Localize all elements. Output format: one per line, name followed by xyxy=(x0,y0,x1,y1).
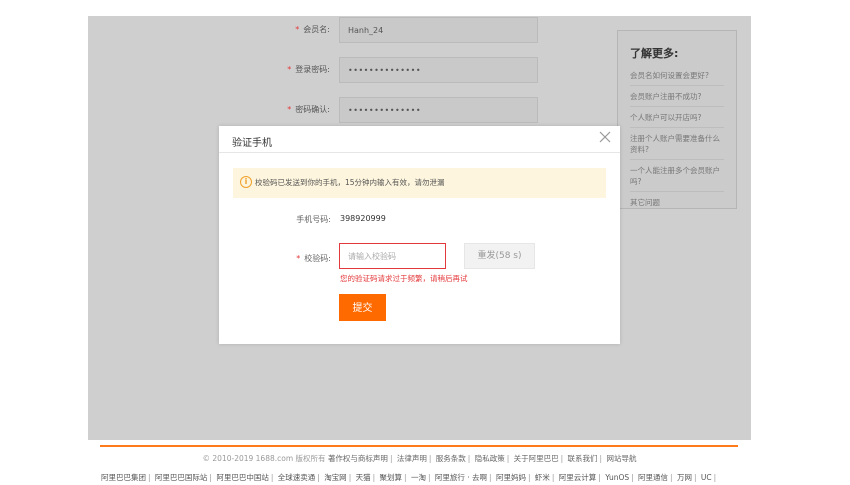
help-link[interactable]: 会员账户注册不成功? xyxy=(630,86,724,107)
footer-link[interactable]: 关于阿里巴巴 xyxy=(514,454,559,463)
footer-link[interactable]: 天猫 xyxy=(356,473,371,482)
footer-links-secondary: 阿里巴巴集团 | 阿里巴巴国际站 | 阿里巴巴中国站 | 全球速卖通 | 淘宝网 | 天猫… xyxy=(101,472,741,483)
help-title: 了解更多: xyxy=(630,47,679,60)
footer-link[interactable]: 阿里云计算 xyxy=(559,473,597,482)
resend-button[interactable]: 重发(58 s) xyxy=(464,243,535,269)
help-link[interactable]: 注册个人账户需要准备什么资料? xyxy=(630,128,724,160)
separator: | xyxy=(428,454,432,463)
password-confirm-label: * 密码确认: xyxy=(88,96,330,124)
separator: | xyxy=(598,473,601,482)
member-name-label: * 会员名: xyxy=(88,16,330,44)
footer-link[interactable]: 万网 xyxy=(677,473,692,482)
separator: | xyxy=(404,473,407,482)
notice-banner: i 校验码已发送到你的手机，15分钟内输入有效，请勿泄漏 xyxy=(233,168,606,198)
code-label-text: 校验码: xyxy=(304,254,331,263)
help-link[interactable]: 一个人能注册多个会员账户吗? xyxy=(630,160,724,192)
separator: | xyxy=(148,473,151,482)
code-input[interactable] xyxy=(339,243,446,269)
footer-link[interactable]: UC xyxy=(701,473,712,482)
footer-link[interactable]: YunOS xyxy=(605,473,629,482)
footer-link[interactable]: 服务条款 xyxy=(436,454,466,463)
separator: | xyxy=(506,454,510,463)
footer-link[interactable]: 隐私政策 xyxy=(475,454,505,463)
notice-text: 校验码已发送到你的手机，15分钟内输入有效，请勿泄漏 xyxy=(255,178,445,187)
separator: | xyxy=(270,473,274,482)
code-label: * 校验码: xyxy=(219,253,331,264)
phone-label: 手机号码: xyxy=(296,215,331,224)
help-link[interactable]: 个人账户可以开店吗? xyxy=(630,107,724,128)
dialog-title: 验证手机 xyxy=(232,138,272,149)
footer-divider xyxy=(100,445,738,447)
password-label: * 登录密码: xyxy=(88,56,330,84)
help-link[interactable]: 会员名如何设置会更好? xyxy=(630,65,724,86)
close-icon[interactable] xyxy=(598,130,612,144)
footer-link[interactable]: 联系我们 xyxy=(568,454,598,463)
footer-link[interactable]: 全球速卖通 xyxy=(278,473,316,482)
separator: | xyxy=(713,473,717,482)
footer-link[interactable]: 著作权与商标声明 xyxy=(328,454,388,463)
required-mark: * xyxy=(295,25,300,34)
footer-link[interactable]: 一淘 xyxy=(411,473,426,482)
close-icon-glyph xyxy=(599,131,611,143)
required-mark: * xyxy=(296,254,301,263)
separator: | xyxy=(389,454,393,463)
required-mark: * xyxy=(287,105,292,114)
verify-phone-dialog: 验证手机 i 校验码已发送到你的手机，15分钟内输入有效，请勿泄漏 手机号码: … xyxy=(219,126,620,344)
footer-link[interactable]: 阿里巴巴集团 xyxy=(101,473,146,482)
footer-link[interactable]: 阿里通信 xyxy=(638,473,668,482)
separator: | xyxy=(560,454,564,463)
password-input[interactable]: •••••••••••••• xyxy=(339,57,538,83)
phone-value: 398920999 xyxy=(340,214,386,223)
member-name-label-text: 会员名: xyxy=(303,25,330,34)
separator: | xyxy=(527,473,531,482)
copyright: © 2010-2019 1688.com 版权所有 xyxy=(202,454,326,463)
footer-link[interactable]: 阿里巴巴中国站 xyxy=(216,473,269,482)
footer-link[interactable]: 法律声明 xyxy=(397,454,427,463)
separator: | xyxy=(693,473,697,482)
separator: | xyxy=(599,454,603,463)
help-box: 了解更多: 会员名如何设置会更好? 会员账户注册不成功? 个人账户可以开店吗? … xyxy=(617,30,737,209)
member-name-input[interactable]: Hanh_24 xyxy=(339,17,538,43)
footer-link[interactable]: 阿里旅行 · 去啊 xyxy=(435,473,487,482)
footer-link[interactable]: 阿里妈妈 xyxy=(496,473,526,482)
separator: | xyxy=(372,473,376,482)
password-confirm-input[interactable]: •••••••••••••• xyxy=(339,97,538,123)
footer-link[interactable]: 淘宝网 xyxy=(324,473,347,482)
separator: | xyxy=(209,473,212,482)
separator: | xyxy=(631,473,634,482)
separator: | xyxy=(317,473,320,482)
dialog-header: 验证手机 xyxy=(219,126,620,153)
footer-link[interactable]: 聚划算 xyxy=(380,473,403,482)
password-label-text: 登录密码: xyxy=(295,65,330,74)
help-link[interactable]: 其它问题 xyxy=(630,192,724,212)
submit-button[interactable]: 提交 xyxy=(339,294,386,321)
footer-links-primary: © 2010-2019 1688.com 版权所有 著作权与商标声明 | 法律声明… xyxy=(88,453,751,464)
separator: | xyxy=(467,454,471,463)
footer-link[interactable]: 阿里巴巴国际站 xyxy=(155,473,208,482)
error-message: 您的验证码请求过于频繁，请稍后再试 xyxy=(340,274,468,283)
separator: | xyxy=(551,473,555,482)
separator: | xyxy=(670,473,673,482)
password-confirm-label-text: 密码确认: xyxy=(295,105,330,114)
separator: | xyxy=(489,473,492,482)
footer-link[interactable]: 网站导航 xyxy=(606,454,636,463)
required-mark: * xyxy=(287,65,292,74)
footer-link[interactable]: 虾米 xyxy=(535,473,550,482)
separator: | xyxy=(348,473,352,482)
separator: | xyxy=(427,473,431,482)
info-icon: i xyxy=(240,176,252,188)
